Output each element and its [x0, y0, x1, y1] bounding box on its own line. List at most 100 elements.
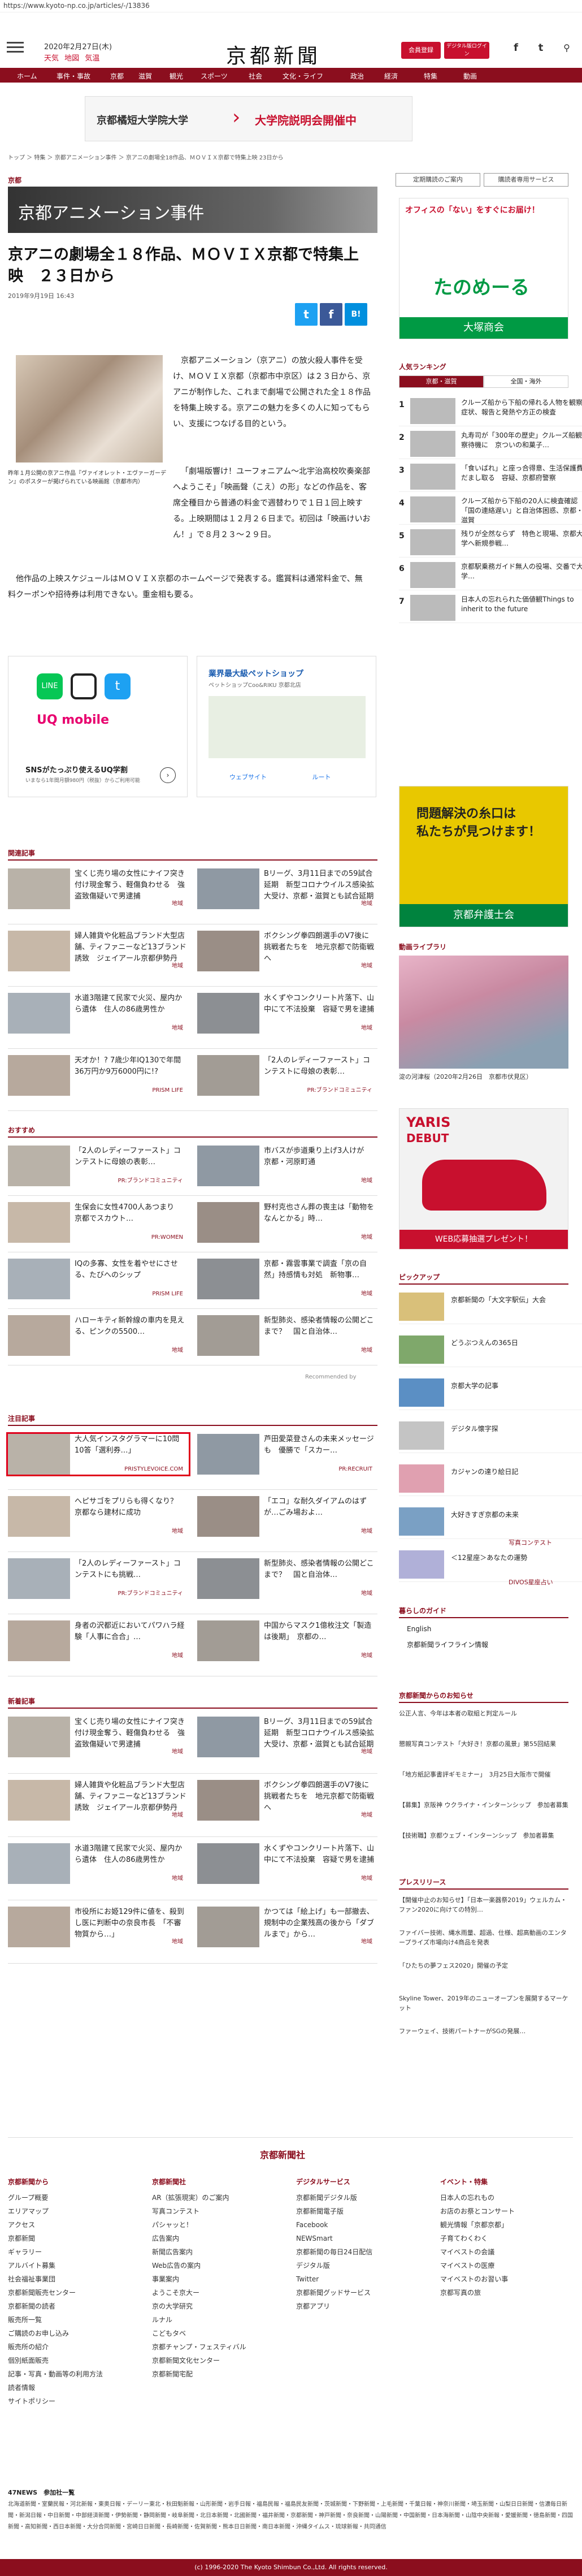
ranking-item[interactable]: 7 日本人の忘れられた価値観Things to inherit to the fu…: [399, 593, 582, 623]
attention-item[interactable]: 大人気インスタグラマーに10問10答「選利券…」 PRISTYLEVOICE.CO…: [6, 1432, 190, 1476]
footer-link[interactable]: 子育てわくわく: [440, 2232, 570, 2245]
temp-link[interactable]: 気温: [85, 54, 99, 63]
new-thumbnail[interactable]: [197, 1717, 259, 1757]
pickup-thumbnail[interactable]: [399, 1293, 444, 1321]
search-icon[interactable]: ⚲: [559, 41, 574, 55]
nav-kyoto[interactable]: 京都: [110, 71, 124, 81]
attention-item[interactable]: 芦田愛菜登さんの未来メッセージも 優勝で「スカー… PR:RECRUIT: [197, 1434, 378, 1475]
new-thumbnail[interactable]: [197, 1843, 259, 1884]
footer-link[interactable]: ご購読のお申し込み: [8, 2327, 138, 2340]
pickup-thumbnail[interactable]: [399, 1550, 444, 1579]
pickup-item[interactable]: 京都大学の記事: [399, 1376, 582, 1410]
digital-login-button[interactable]: デジタル版ログイン: [444, 42, 489, 59]
attention-title[interactable]: 身者の沢都近においてパワハラ経験「人事に合合」…: [75, 1620, 188, 1643]
attention-item[interactable]: 「エコ」な耐久ダイアムのはずが…ごみ場およ… 地域: [197, 1496, 378, 1537]
footer-logo[interactable]: 京都新聞社: [260, 2147, 305, 2161]
pickup-item[interactable]: デジタル懐字探: [399, 1419, 582, 1453]
twitter-icon[interactable]: t: [533, 41, 548, 55]
footer-link[interactable]: 京都新聞デジタル版: [296, 2191, 426, 2205]
recommend-title[interactable]: 野村克也さん葬の喪主は「動物をなんとかる」時…: [264, 1202, 377, 1225]
footer-link[interactable]: 販売所の紹介: [8, 2340, 138, 2354]
related-title[interactable]: 宝くじ売り場の女性にナイフ突き付け現金奪う、軽傷負わせる 強盗致傷疑いで男逮捕: [75, 868, 188, 902]
footer-link[interactable]: ギャラリー: [8, 2245, 138, 2259]
new-thumbnail[interactable]: [197, 1780, 259, 1821]
ad-pet-shop[interactable]: 業界最大級ペットショップ ペットショップCoo&RIKU 京都北店 ウェブサイト…: [197, 656, 376, 797]
related-title[interactable]: 婦人雑貨や化粧品ブランド大型店舗、ティファニーなど13ブランド誘致 ジェイアール…: [75, 931, 188, 965]
nav-feature[interactable]: 特集: [424, 71, 437, 81]
footer-link[interactable]: こどもタベ: [152, 2327, 282, 2340]
related-thumbnail[interactable]: [8, 868, 70, 909]
attention-thumbnail[interactable]: [8, 1558, 70, 1599]
pickup-thumbnail[interactable]: [399, 1464, 444, 1493]
related-title[interactable]: 水道3階建て民家で火災、屋内から遺体 住人の86歳男性か: [75, 993, 188, 1015]
footer-link[interactable]: 京都新聞: [8, 2232, 138, 2245]
pickup-item[interactable]: カジャンの達り絵日記: [399, 1462, 582, 1496]
attention-title[interactable]: 芦田愛菜登さんの未来メッセージも 優勝で「スカー…: [264, 1434, 377, 1456]
press-item[interactable]: 【開催中止のお知らせ】「日本一楽器祭2019」ウェルカム・ファン2020に向けて…: [399, 1895, 568, 1914]
related-thumbnail[interactable]: [8, 993, 70, 1034]
recommend-title[interactable]: IQの多寡、女性を着やせにさせる、たびへのシップ: [75, 1259, 188, 1281]
attention-thumbnail[interactable]: [8, 1434, 70, 1475]
pickup-thumbnail[interactable]: [399, 1421, 444, 1450]
recommend-item[interactable]: 「2人のレディーファースト」コンテストに母娘の表彰… PR:ブランドコミュニティ: [8, 1146, 189, 1186]
pickup-thumbnail[interactable]: [399, 1335, 444, 1364]
footer-link[interactable]: 社会福祉事業団: [8, 2272, 138, 2286]
recommend-title[interactable]: 市バスが歩道乗り上げ3人けが 京都・河原町通: [264, 1146, 377, 1168]
attention-thumbnail[interactable]: [197, 1558, 259, 1599]
footer-link[interactable]: 新聞広告案内: [152, 2245, 282, 2259]
pickup-tag-divos[interactable]: DIVOS星座占い: [509, 1577, 553, 1587]
new-thumbnail[interactable]: [8, 1907, 70, 1947]
pickup-title[interactable]: 京都新聞の「大文字駅伝」大会: [451, 1295, 564, 1305]
new-title[interactable]: 市役所にお姫129件に値を、殺到し医に判断中の奈良市長 「不審物質から…」: [75, 1907, 188, 1940]
attention-title[interactable]: 「エコ」な耐久ダイアムのはずが…ごみ場およ…: [264, 1496, 377, 1519]
footer-link[interactable]: ルナル: [152, 2313, 282, 2327]
pickup-tag-photo[interactable]: 写真コンテスト: [509, 1538, 552, 1547]
attention-thumbnail[interactable]: [8, 1620, 70, 1661]
footer-link[interactable]: サイトポリシー: [8, 2395, 138, 2408]
footer-link[interactable]: お店のお祭とコンサート: [440, 2205, 570, 2218]
photo-library-image[interactable]: [399, 956, 568, 1069]
recommend-item[interactable]: 京都・霧雲事業で調査「京の自然」持感情も対処 新物事… 地域: [197, 1259, 378, 1299]
related-title[interactable]: 「2人のレディーファースト」コンテストに母娘の表彰…: [264, 1055, 377, 1078]
related-item[interactable]: 宝くじ売り場の女性にナイフ突き付け現金奪う、軽傷負わせる 強盗致傷疑いで男逮捕地…: [8, 868, 189, 909]
new-thumbnail[interactable]: [197, 1907, 259, 1947]
attention-thumbnail[interactable]: [8, 1496, 70, 1537]
notice-item[interactable]: 懇親写真コンテスト「大好き！京都の風景」第55回結果: [399, 1739, 568, 1749]
recommend-title[interactable]: 生保会に女性4700人あつまり 京都でスカウト…: [75, 1202, 188, 1225]
pickup-title[interactable]: ＜12星座＞あなたの運勢: [451, 1553, 564, 1563]
footer-link[interactable]: マイベストのお習い事: [440, 2272, 570, 2286]
rank-thumbnail[interactable]: [410, 529, 455, 555]
new-title[interactable]: かつては「絵上げ」も一部撤去、規制中の企業残高の後から「ダブルまで」から…: [264, 1907, 377, 1940]
footer-link[interactable]: AR（拡張現実）のご案内: [152, 2191, 282, 2205]
related-thumbnail[interactable]: [197, 993, 259, 1034]
living-lifeline[interactable]: 京都新聞ライフライン情報: [407, 1640, 488, 1649]
rank-title[interactable]: 「食いばれ」と座っ合得意、生活保護費だまし取る 容疑、京都府警察: [461, 464, 582, 483]
footer-link[interactable]: 読者情報: [8, 2381, 138, 2395]
footer-link[interactable]: パシャッと！: [152, 2218, 282, 2232]
recommend-title[interactable]: ハローキティ新幹線の車内を見える、ピンクの5500…: [75, 1315, 188, 1338]
pickup-item[interactable]: 京都新聞の「大文字駅伝」大会: [399, 1290, 582, 1324]
rank-thumbnail[interactable]: [410, 431, 455, 457]
new-item[interactable]: 水道3階建て民家で火災、屋内から遺体 住人の86歳男性か 地域: [8, 1843, 189, 1884]
rank-title[interactable]: 京都駅乗務ガイド無人の役場、交番で大学…: [461, 562, 582, 581]
footer-link[interactable]: 京都新聞文化センター: [152, 2354, 282, 2367]
site-logo[interactable]: 京都新聞: [226, 40, 321, 69]
new-item[interactable]: Bリーグ、3月11日までの59試合延期 新型コロナウイルス感染拡大受け、京都・滋…: [197, 1717, 378, 1757]
new-item[interactable]: 婦人雑貨や化粧品ブランド大型店舗、ティファニーなど13ブランド誘致 ジェイアール…: [8, 1780, 189, 1821]
attention-title[interactable]: へピサゴをプリらも得くなり？ 京都なら建材に成功: [75, 1496, 188, 1519]
rank-title[interactable]: 丸寿司が「300年の歴史」クルーズ船観察待機に 京ついの和菓子…: [461, 431, 582, 450]
related-thumbnail[interactable]: [197, 868, 259, 909]
footer-link[interactable]: NEWSmart: [296, 2232, 426, 2245]
recommend-title[interactable]: 京都・霧雲事業で調査「京の自然」持感情も対処 新物事…: [264, 1259, 377, 1281]
nav-economy[interactable]: 経済: [384, 71, 398, 81]
attention-title[interactable]: 大人気インスタグラマーに10問10答「選利券…」: [75, 1434, 188, 1456]
ranking-item[interactable]: 4 クルーズ船から下船の20人に検査確認「国の連絡遅い」と自治体困惑、京都・滋賀: [399, 494, 582, 525]
footer-link[interactable]: マイベストの医療: [440, 2259, 570, 2272]
pickup-item[interactable]: 大好きすぎ京都の未来: [399, 1505, 582, 1539]
notice-item[interactable]: 公正人言、今年は本者の取組と判定ルール: [399, 1709, 568, 1718]
footer-link[interactable]: 京都アプリ: [296, 2300, 426, 2313]
recommend-thumbnail[interactable]: [197, 1315, 259, 1356]
nav-tourism[interactable]: 観光: [170, 71, 183, 81]
feature-title-bar[interactable]: 京都アニメーション事件: [8, 187, 377, 233]
footer-link[interactable]: 京都新聞の毎日24日配信: [296, 2245, 426, 2259]
